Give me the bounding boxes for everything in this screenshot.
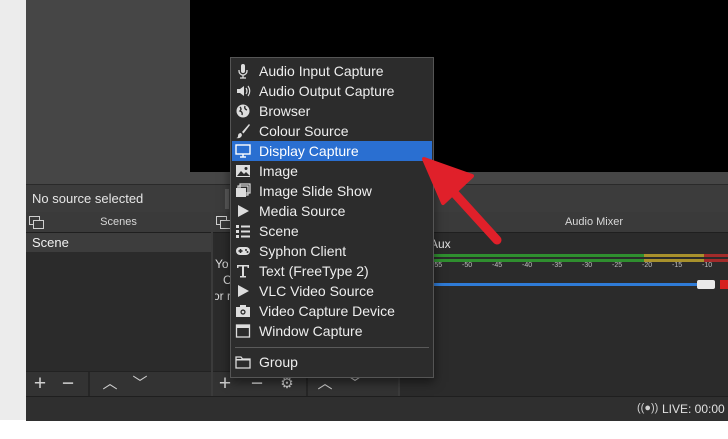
menu-item-video-capture-device[interactable]: Video Capture Device xyxy=(232,301,432,321)
window-left-edge xyxy=(0,0,26,439)
scenes-toolbar: + − ︿ ﹀ xyxy=(26,371,211,396)
add-source-menu: Audio Input Capture Audio Output Capture… xyxy=(230,57,434,378)
audio-mixer-dock-title: Audio Mixer xyxy=(400,212,728,233)
menu-item-image[interactable]: Image xyxy=(232,161,432,181)
menu-item-group[interactable]: Group xyxy=(232,352,432,372)
play-icon xyxy=(238,285,249,297)
toolbar-separator xyxy=(88,372,90,396)
monitor-icon xyxy=(235,144,251,158)
volume-slider-handle[interactable] xyxy=(697,280,715,289)
globe-icon xyxy=(236,104,250,118)
scenes-dock: Scenes Scene + − ︿ ﹀ xyxy=(26,212,211,396)
paintbrush-icon xyxy=(236,124,250,139)
scenes-title-text: Scenes xyxy=(100,216,137,228)
meter-scale: -55 -50 -45 -40 -35 -30 -25 -20 -15 -10 xyxy=(432,262,713,269)
menu-item-window-capture[interactable]: Window Capture xyxy=(232,321,432,341)
menu-separator xyxy=(235,347,429,348)
speaker-icon xyxy=(237,85,251,97)
menu-item-text-freetype[interactable]: Text (FreeType 2) xyxy=(232,261,432,281)
menu-item-browser[interactable]: Browser xyxy=(232,101,432,121)
text-icon xyxy=(237,265,249,278)
no-source-label: No source selected xyxy=(32,191,144,206)
broadcast-icon: ((●)) xyxy=(637,402,659,414)
preview-margin xyxy=(26,0,190,172)
remove-scene-button[interactable]: − xyxy=(56,373,80,395)
gamepad-icon xyxy=(236,247,250,255)
audio-mixer-title-text: Audio Mixer xyxy=(564,216,624,228)
live-timer: LIVE: 00:00 xyxy=(662,402,725,416)
source-toolbar-handle[interactable] xyxy=(225,189,229,209)
menu-item-audio-output-capture[interactable]: Audio Output Capture xyxy=(232,81,432,101)
menu-item-colour-source[interactable]: Colour Source xyxy=(232,121,432,141)
mute-indicator[interactable] xyxy=(720,280,728,289)
play-icon xyxy=(238,205,249,217)
volume-slider-track[interactable] xyxy=(432,283,700,286)
undock-icon[interactable] xyxy=(29,216,44,229)
camera-icon xyxy=(236,305,250,317)
audio-meter-green xyxy=(432,254,644,257)
scene-list-item[interactable]: Scene xyxy=(26,233,211,252)
slideshow-icon xyxy=(236,183,251,197)
move-scene-down-button[interactable]: ﹀ xyxy=(128,373,152,395)
menu-item-display-capture[interactable]: Display Capture xyxy=(232,141,432,161)
window-icon xyxy=(235,324,251,338)
menu-item-syphon-client[interactable]: Syphon Client xyxy=(232,241,432,261)
audio-meter-red xyxy=(704,254,728,257)
menu-item-image-slide-show[interactable]: Image Slide Show xyxy=(232,181,432,201)
folder-icon xyxy=(235,356,251,369)
microphone-icon xyxy=(238,64,248,79)
window-bottom-edge xyxy=(0,420,728,439)
scenes-dock-title: Scenes xyxy=(26,212,211,233)
list-icon xyxy=(236,225,250,238)
menu-item-vlc-video-source[interactable]: VLC Video Source xyxy=(232,281,432,301)
status-bar: ((●)) LIVE: 00:00 xyxy=(26,396,728,421)
menu-item-scene[interactable]: Scene xyxy=(232,221,432,241)
menu-item-media-source[interactable]: Media Source xyxy=(232,201,432,221)
image-icon xyxy=(236,165,250,177)
move-scene-up-button[interactable]: ︿ xyxy=(98,373,122,395)
undock-icon[interactable] xyxy=(216,216,231,229)
audio-mixer-dock: Audio Mixer Aux xyxy=(400,212,728,396)
menu-item-audio-input-capture[interactable]: Audio Input Capture xyxy=(232,61,432,81)
audio-meter-yellow xyxy=(644,254,704,257)
add-scene-button[interactable]: + xyxy=(28,373,52,395)
